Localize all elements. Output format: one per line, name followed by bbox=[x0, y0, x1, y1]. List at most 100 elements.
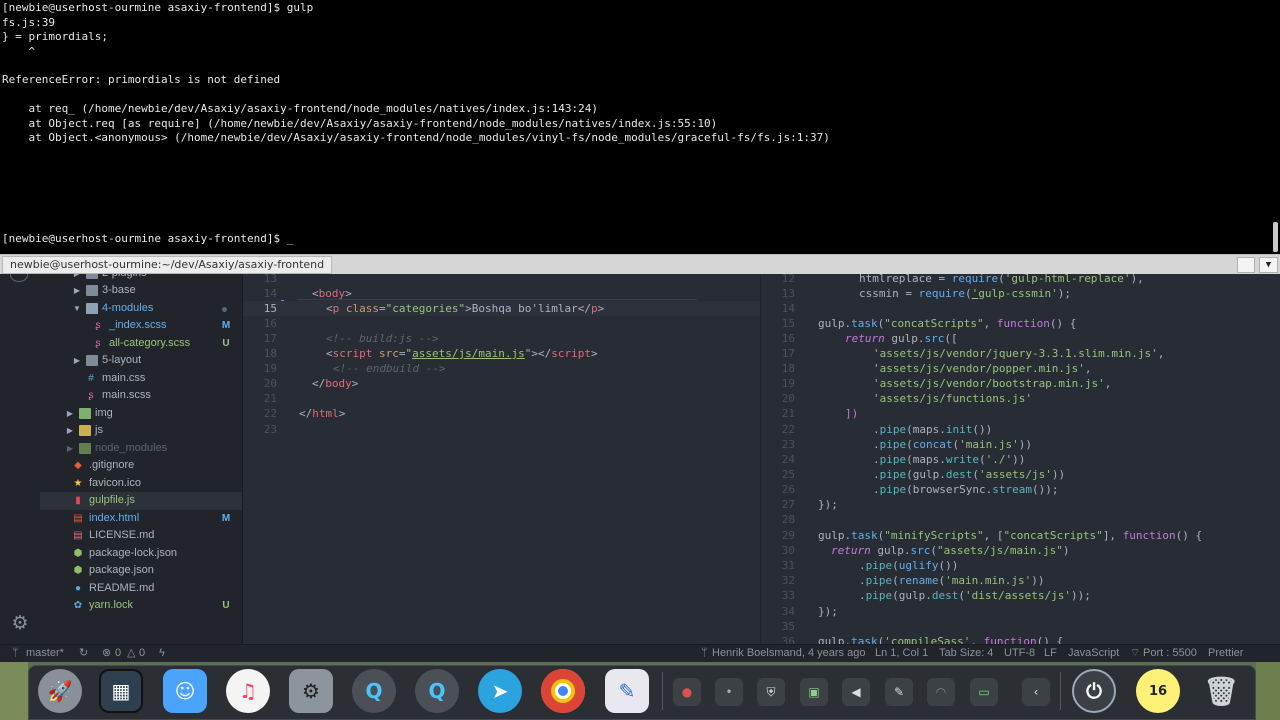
git-modified-badge: M bbox=[221, 512, 231, 524]
code-line: 19 <!-- endbuild --> bbox=[243, 361, 760, 376]
workspace-icon[interactable]: ▦ bbox=[99, 669, 143, 713]
warnings-count[interactable]: 0 bbox=[139, 645, 145, 662]
battery-icon[interactable]: ▭ bbox=[970, 678, 998, 706]
tree-file-favicon[interactable]: ★ favicon.ico bbox=[40, 475, 242, 493]
shield-icon[interactable]: ⛨ bbox=[757, 678, 785, 706]
encoding[interactable]: UTF-8 bbox=[1004, 645, 1035, 662]
yarn-icon: ✿ bbox=[73, 600, 83, 611]
sync-icon[interactable]: ↻ bbox=[79, 645, 88, 662]
folder-icon bbox=[86, 274, 98, 279]
line-number: 19 bbox=[781, 377, 795, 390]
image-icon[interactable]: ▣ bbox=[800, 678, 828, 706]
nodejs-icon: ⬢ bbox=[73, 565, 83, 576]
folder-image-icon bbox=[79, 407, 91, 419]
tree-item-label: package.json bbox=[89, 564, 154, 576]
problems-count[interactable]: 0 bbox=[115, 645, 121, 662]
tree-file-all-category-scss[interactable]: ʂ all-category.scss U bbox=[40, 335, 242, 353]
volume-icon[interactable]: ◀ bbox=[842, 678, 870, 706]
line-number: 14 bbox=[781, 302, 795, 315]
lightning-icon[interactable]: ϟ bbox=[159, 645, 165, 662]
clock-icon[interactable]: 16 bbox=[1136, 669, 1180, 713]
wallpaper bbox=[1256, 662, 1280, 720]
record-icon[interactable]: ● bbox=[673, 678, 701, 706]
quicktime-icon-2[interactable]: Q bbox=[415, 669, 459, 713]
chevron-left-icon[interactable]: ‹ bbox=[1022, 678, 1050, 706]
tree-folder-node-modules[interactable]: ▶ node_modules bbox=[40, 440, 242, 458]
code-line: 12 htmlreplace = require('gulp-html-repla… bbox=[761, 274, 1280, 286]
tree-item-label: package-lock.json bbox=[89, 546, 178, 559]
terminal-scrollbar[interactable] bbox=[1273, 222, 1278, 252]
tree-file-gitignore[interactable]: ◆ .gitignore bbox=[40, 457, 242, 475]
tree-item-label: _index.scss bbox=[109, 319, 167, 331]
language-mode[interactable]: JavaScript bbox=[1068, 645, 1119, 662]
tree-file-license[interactable]: ▤ LICENSE.md bbox=[40, 527, 242, 545]
tree-folder-5-layout[interactable]: ▶ 5-layout bbox=[40, 352, 242, 370]
git-blame-icon: ᛘ bbox=[701, 647, 708, 659]
prettier-status[interactable]: Prettier bbox=[1208, 645, 1243, 662]
code-line: 30 return gulp.src("assets/js/main.js") bbox=[761, 543, 1280, 558]
line-number: 23 bbox=[263, 423, 277, 436]
tree-file-index-scss[interactable]: ʂ _index.scss M bbox=[40, 317, 242, 335]
sass-icon: ʂ bbox=[88, 390, 94, 401]
launcher-rocket-icon[interactable]: 🚀 bbox=[38, 669, 82, 713]
tree-folder-3-base[interactable]: ▶ 3-base bbox=[40, 282, 242, 300]
editor-pane-index-html[interactable]: 13 14 <body> 15 <p class="categories">Bosh… bbox=[243, 274, 760, 644]
chrome-icon[interactable] bbox=[541, 669, 585, 713]
tree-item-label: main.css bbox=[102, 371, 146, 384]
tree-item-label: LICENSE.md bbox=[89, 529, 155, 541]
tree-file-gulpfile[interactable]: ▮ gulpfile.js bbox=[40, 492, 242, 510]
power-icon[interactable]: ⏻ bbox=[1072, 669, 1116, 713]
wifi-icon[interactable]: ◠ bbox=[927, 678, 955, 706]
cursor-position[interactable]: Ln 1, Col 1 bbox=[875, 645, 928, 662]
tree-file-package-json[interactable]: ⬢ package.json bbox=[40, 562, 242, 580]
terminal-line: at req_ (/home/newbie/dev/Asaxiy/asaxiy-… bbox=[2, 102, 599, 115]
terminal-prompt[interactable]: [newbie@userhost-ourmine asaxiy-frontend… bbox=[2, 232, 293, 247]
chevron-down-icon: ▼ bbox=[73, 303, 81, 313]
settings-gear-icon[interactable]: ⚙ bbox=[289, 669, 333, 713]
gear-icon[interactable]: ⚙ bbox=[9, 612, 31, 634]
account-icon[interactable] bbox=[10, 274, 28, 282]
terminal-window[interactable]: [newbie@userhost-ourmine asaxiy-frontend… bbox=[0, 0, 1280, 254]
chevron-right-icon: ▶ bbox=[66, 426, 74, 435]
code-line: 15 <p class="categories">Boshqa bo'limlar… bbox=[243, 301, 760, 317]
new-tab-button[interactable] bbox=[1237, 257, 1255, 273]
tree-folder-js[interactable]: ▶ js bbox=[40, 422, 242, 440]
trash-icon[interactable]: 🗑 bbox=[1199, 669, 1243, 713]
tree-file-readme[interactable]: ● README.md bbox=[40, 580, 242, 598]
telegram-icon[interactable]: ➤ bbox=[478, 669, 522, 713]
tree-folder-4-modules[interactable]: ▼ 4-modules bbox=[40, 300, 242, 318]
terminal-tab[interactable]: newbie@userhost-ourmine:~/dev/Asaxiy/asa… bbox=[2, 256, 333, 274]
tree-item-label: README.md bbox=[89, 581, 155, 594]
line-number: 14 bbox=[263, 287, 277, 300]
git-branch[interactable]: master* bbox=[26, 645, 64, 662]
tree-item-label: main.scss bbox=[102, 389, 151, 401]
folder-js-icon bbox=[79, 425, 91, 436]
finder-icon[interactable]: ☺ bbox=[163, 669, 207, 713]
line-number: 22 bbox=[781, 423, 795, 436]
tab-menu-chevron-down-icon[interactable]: ▼ bbox=[1259, 257, 1278, 273]
tree-file-main-scss[interactable]: ʂ main.scss bbox=[40, 387, 242, 405]
line-number: 36 bbox=[781, 635, 795, 644]
live-server-port[interactable]: Port : 5500 bbox=[1143, 645, 1197, 662]
tree-item-label: node_modules bbox=[95, 441, 168, 454]
pen-icon[interactable]: ✎ bbox=[885, 678, 913, 706]
tree-item-label: gulpfile.js bbox=[89, 494, 135, 506]
vscode-icon[interactable]: ✎ bbox=[605, 669, 649, 713]
git-blame[interactable]: Henrik Boelsmand, 4 years ago bbox=[712, 645, 865, 662]
tree-file-package-lock[interactable]: ⬢ package-lock.json bbox=[40, 545, 242, 563]
tab-size[interactable]: Tab Size: 4 bbox=[939, 645, 993, 662]
tree-file-index-html[interactable]: ▤ index.html M bbox=[40, 510, 242, 528]
quicktime-icon[interactable]: Q bbox=[352, 669, 396, 713]
editor-pane-gulpfile[interactable]: 12 htmlreplace = require('gulp-html-repla… bbox=[760, 274, 1280, 644]
music-icon[interactable]: ♫ bbox=[226, 669, 270, 713]
tree-folder-img[interactable]: ▶ img bbox=[40, 405, 242, 423]
line-number: 32 bbox=[781, 574, 795, 587]
indicator-icon[interactable]: • bbox=[715, 678, 743, 706]
license-icon: ▤ bbox=[73, 530, 83, 541]
code-line: 21 bbox=[243, 391, 760, 406]
tree-file-yarn-lock[interactable]: ✿ yarn.lock U bbox=[40, 597, 242, 615]
code-line: 22 .pipe(maps.init()) bbox=[761, 422, 1280, 437]
line-number: 29 bbox=[781, 529, 795, 542]
tree-file-main-css[interactable]: # main.css bbox=[40, 370, 242, 388]
end-of-line[interactable]: LF bbox=[1044, 645, 1057, 662]
